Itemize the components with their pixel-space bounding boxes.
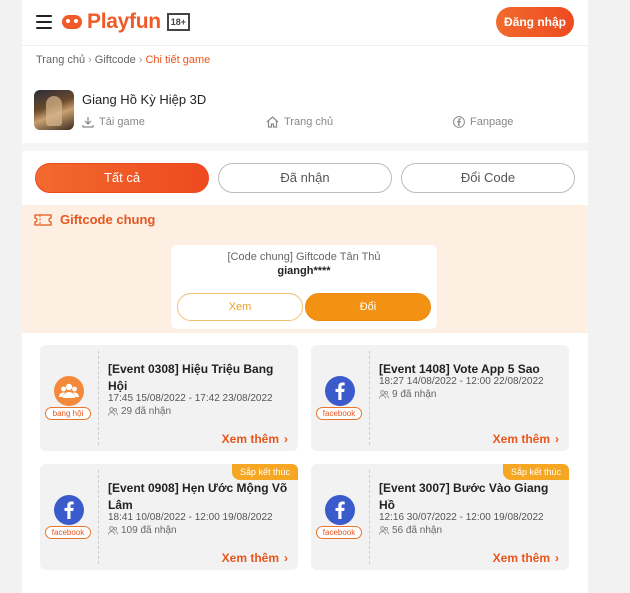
menu-icon[interactable] (36, 15, 52, 29)
view-button[interactable]: Xem (177, 293, 303, 321)
ending-soon-badge: Sắp kết thúc (502, 464, 569, 480)
event-claimed-text: 56 đã nhận (392, 525, 443, 536)
game-thumbnail (34, 90, 74, 130)
dashed-separator (98, 470, 99, 564)
see-more-link[interactable]: Xem thêm › (222, 551, 288, 565)
chevron-right-icon: › (555, 432, 559, 446)
event-claimed-text: 109 đã nhận (121, 525, 177, 536)
event-title: [Event 0308] Hiệu Triệu Bang Hội (108, 362, 274, 393)
login-button[interactable]: Đăng nhập (496, 7, 574, 37)
event-card[interactable]: Sắp kết thúc facebook [Event 3007] Bước … (311, 464, 569, 570)
logo[interactable]: Playfun 18+ (62, 8, 191, 36)
facebook-icon (54, 495, 84, 525)
users-icon (379, 390, 389, 399)
game-title: Giang Hồ Kỳ Hiệp 3D (82, 92, 207, 107)
event-source-tag: facebook (316, 526, 362, 539)
facebook-icon (325, 495, 355, 525)
breadcrumb-current: Chi tiết game (145, 54, 211, 66)
event-title: [Event 3007] Bước Vào Giang Hồ (379, 481, 549, 512)
event-claimed-text: 9 đã nhận (392, 389, 437, 400)
header: Playfun 18+ Đăng nhập (22, 0, 588, 46)
fanpage-label: Fanpage (470, 116, 514, 128)
event-source: facebook (311, 464, 369, 570)
event-source-tag: facebook (316, 407, 362, 420)
dashed-separator (98, 351, 99, 445)
users-icon (108, 407, 118, 416)
tab-redeem-code[interactable]: Đổi Code (401, 163, 575, 193)
redeem-button[interactable]: Đổi (305, 293, 431, 321)
section-divider (22, 143, 588, 151)
giftcode-value: giangh**** (277, 265, 331, 277)
see-more-label: Xem thêm (221, 432, 279, 446)
event-source: facebook (311, 345, 369, 451)
event-claimed-count: 109 đã nhận (108, 525, 177, 536)
event-time: 18:27 14/08/2022 - 12:00 22/08/2022 (379, 376, 544, 387)
home-icon (266, 116, 279, 128)
event-card[interactable]: Sắp kết thúc facebook [Event 0908] Hẹn Ư… (40, 464, 298, 570)
event-source-tag: bang hội (45, 407, 91, 420)
breadcrumb: Trang chủ › Giftcode › Chi tiết game (36, 54, 210, 66)
guild-icon (54, 376, 84, 406)
tab-received[interactable]: Đã nhận (218, 163, 392, 193)
download-icon (82, 117, 94, 128)
chevron-right-icon: › (284, 551, 288, 565)
event-source-tag: facebook (45, 526, 91, 539)
users-icon (108, 526, 118, 535)
see-more-link[interactable]: Xem thêm › (222, 432, 288, 446)
event-claimed-count: 29 đã nhận (108, 406, 171, 417)
page: Playfun 18+ Đăng nhập Trang chủ › Giftcode… (22, 0, 588, 593)
see-more-link[interactable]: Xem thêm › (493, 432, 559, 446)
event-source: facebook (40, 464, 98, 570)
breadcrumb-giftcode[interactable]: Giftcode (95, 54, 136, 66)
event-card[interactable]: bang hội [Event 0308] Hiệu Triệu Bang Hộ… (40, 345, 298, 451)
see-more-label: Xem thêm (492, 551, 550, 565)
event-time: 17:45 15/08/2022 - 17:42 23/08/2022 (108, 393, 273, 404)
tab-all[interactable]: Tất cả (35, 163, 209, 193)
brand-name: Playfun (87, 10, 161, 33)
dashed-separator (369, 470, 370, 564)
breadcrumb-home[interactable]: Trang chủ (36, 54, 85, 66)
chevron-right-icon: › (555, 551, 559, 565)
homepage-link[interactable]: Trang chủ (266, 116, 333, 128)
event-claimed-text: 29 đã nhận (121, 406, 172, 417)
ticket-icon (34, 213, 52, 226)
event-title: [Event 0908] Hẹn Ước Mộng Võ Lâm (108, 481, 288, 512)
playfun-logo-icon (62, 12, 84, 32)
chevron-right-icon: › (284, 432, 288, 446)
facebook-icon (325, 376, 355, 406)
age-rating-badge: 18+ (166, 13, 191, 31)
breadcrumb-separator: › (88, 54, 92, 66)
event-time: 12:16 30/07/2022 - 12:00 19/08/2022 (379, 512, 544, 523)
see-more-label: Xem thêm (492, 432, 550, 446)
download-game-label: Tải game (99, 116, 145, 128)
ending-soon-badge: Sắp kết thúc (231, 464, 298, 480)
common-giftcode-title: Giftcode chung (60, 212, 156, 227)
common-giftcode-heading: Giftcode chung (34, 212, 155, 227)
dashed-separator (369, 351, 370, 445)
event-claimed-count: 9 đã nhận (379, 389, 437, 400)
event-card[interactable]: facebook [Event 1408] Vote App 5 Sao 18:… (311, 345, 569, 451)
fanpage-link[interactable]: Fanpage (453, 116, 513, 128)
see-more-link[interactable]: Xem thêm › (493, 551, 559, 565)
event-time: 18:41 10/08/2022 - 12:00 19/08/2022 (108, 512, 273, 523)
see-more-label: Xem thêm (221, 551, 279, 565)
breadcrumb-separator: › (138, 54, 143, 66)
homepage-label: Trang chủ (284, 116, 334, 128)
facebook-icon (453, 116, 465, 128)
users-icon (379, 526, 389, 535)
download-game-link[interactable]: Tải game (82, 116, 145, 128)
event-claimed-count: 56 đã nhận (379, 525, 442, 536)
event-source: bang hội (40, 345, 98, 451)
giftcode-type-label: [Code chung] Giftcode Tân Thủ (227, 251, 381, 263)
common-giftcode-card: [Code chung] Giftcode Tân Thủ giangh****… (171, 245, 437, 329)
common-giftcode-section: Giftcode chung [Code chung] Giftcode Tân… (22, 205, 588, 333)
